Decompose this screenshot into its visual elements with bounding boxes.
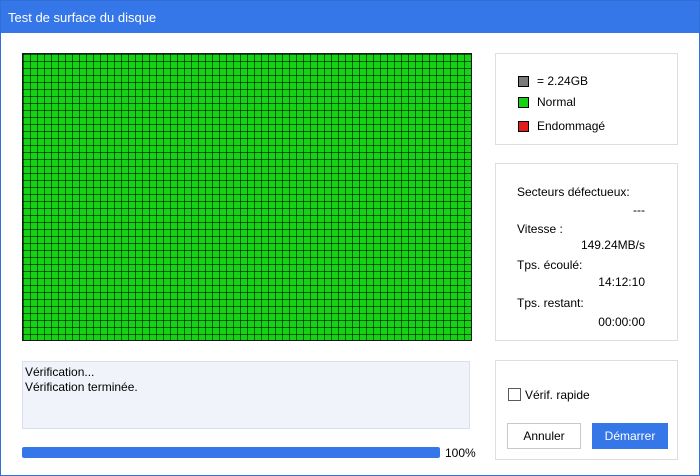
legend-label: = 2.24GB [537,74,589,88]
legend-swatch-green [518,97,529,108]
speed-value: 149.24MB/s [580,238,645,252]
legend-label: Endommagé [537,119,606,133]
elapsed-time-value: 14:12:10 [598,275,645,289]
speed-label: Vitesse : [517,222,563,236]
remaining-time-value: 00:00:00 [598,315,645,329]
log-line: Vérification... [25,365,95,379]
legend-label: Normal [537,95,576,109]
progress-percent: 100% [445,446,476,460]
remaining-time-label: Tps. restant: [517,296,584,310]
elapsed-time-label: Tps. écoulé: [517,258,583,272]
quick-check-label: Vérif. rapide [525,388,590,402]
sector-map [22,53,472,341]
legend-panel: = 2.24GB Normal Endommagé [495,53,678,145]
cancel-button[interactable]: Annuler [507,423,581,449]
legend-swatch-red [518,121,529,132]
start-button[interactable]: Démarrer [592,423,668,449]
bad-sectors-value: --- [633,203,645,217]
title-bar: Test de surface du disque [1,1,699,33]
disk-surface-test-window: Test de surface du disque = 2.24GB Norma… [0,0,700,476]
legend-swatch-gray [518,76,529,87]
actions-panel: Vérif. rapide Annuler Démarrer [495,360,678,460]
log-line: Vérification terminée. [25,380,138,394]
quick-check-checkbox[interactable] [508,388,521,401]
window-title: Test de surface du disque [8,10,157,25]
stats-panel: Secteurs défectueux: --- Vitesse : 149.2… [495,163,678,341]
progress-bar [22,447,440,458]
bad-sectors-label: Secteurs défectueux: [517,185,630,199]
log-output: Vérification... Vérification terminée. [22,361,470,429]
progress-fill [22,447,440,458]
sector-grid [23,54,471,340]
